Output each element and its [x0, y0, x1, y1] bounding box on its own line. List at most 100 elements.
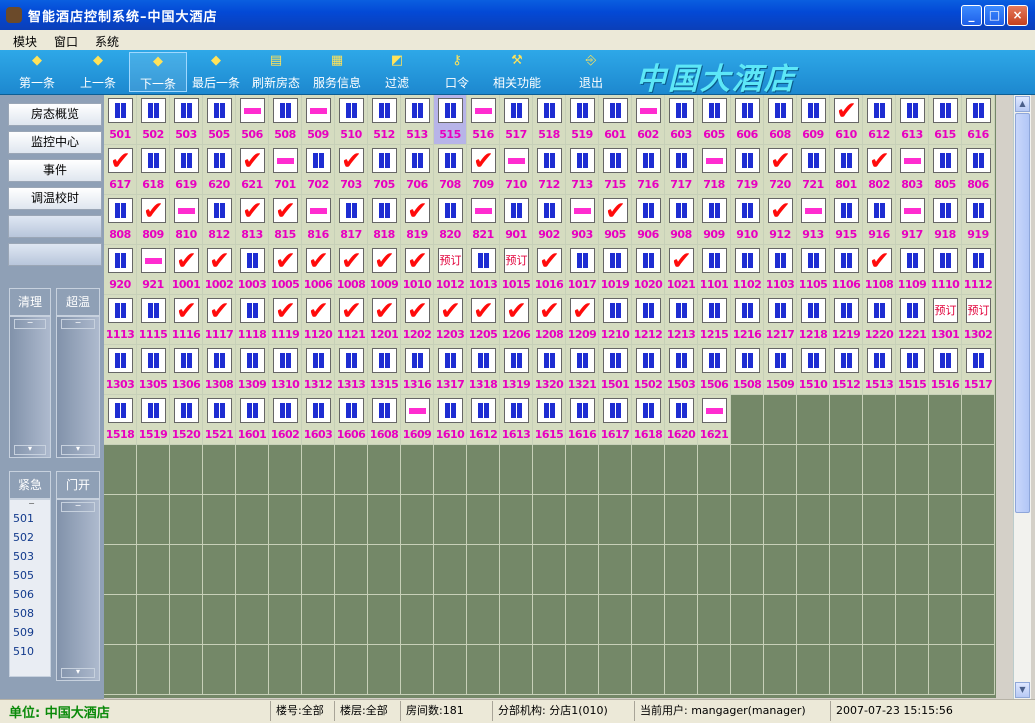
room-cell-803[interactable]: 803 — [896, 145, 929, 195]
room-cell-701[interactable]: 701 — [269, 145, 302, 195]
room-cell-1315[interactable]: 1315 — [368, 345, 401, 395]
room-cell-1015[interactable]: 预订 1015 — [500, 245, 533, 295]
room-cell-1308[interactable]: 1308 — [203, 345, 236, 395]
room-cell-906[interactable]: 906 — [632, 195, 665, 245]
room-cell-1020[interactable]: 1020 — [632, 245, 665, 295]
room-cell-512[interactable]: 512 — [368, 95, 401, 145]
emergency-list[interactable]: −501 502 503 505 506 508 509 510 — [9, 499, 51, 677]
room-cell-1121[interactable]: ✔ 1121 — [335, 295, 368, 345]
menu-window[interactable]: 窗口 — [54, 33, 78, 50]
room-cell-1617[interactable]: 1617 — [599, 395, 632, 445]
room-cell-1201[interactable]: ✔ 1201 — [368, 295, 401, 345]
room-cell-1017[interactable]: 1017 — [566, 245, 599, 295]
room-cell-1319[interactable]: 1319 — [500, 345, 533, 395]
room-cell-1209[interactable]: ✔ 1209 — [566, 295, 599, 345]
room-cell-602[interactable]: 602 — [632, 95, 665, 145]
room-cell-706[interactable]: 706 — [401, 145, 434, 195]
room-cell-721[interactable]: 721 — [797, 145, 830, 195]
room-cell-1303[interactable]: 1303 — [104, 345, 137, 395]
toolbar-button-5[interactable]: ▦ 服务信息 — [308, 52, 366, 92]
room-cell-1616[interactable]: 1616 — [566, 395, 599, 445]
minimize-button[interactable]: _ — [961, 5, 982, 26]
alarm-room-item[interactable]: 509 — [10, 623, 50, 642]
scroll-down-icon[interactable]: ▼ — [1015, 682, 1030, 698]
room-cell-1318[interactable]: 1318 — [467, 345, 500, 395]
room-cell-1219[interactable]: 1219 — [830, 295, 863, 345]
menu-system[interactable]: 系统 — [95, 33, 119, 50]
room-cell-513[interactable]: 513 — [401, 95, 434, 145]
room-cell-1317[interactable]: 1317 — [434, 345, 467, 395]
room-cell-720[interactable]: ✔ 720 — [764, 145, 797, 195]
room-cell-619[interactable]: 619 — [170, 145, 203, 195]
nav-button-0[interactable]: 房态概览 — [8, 103, 102, 126]
room-cell-1518[interactable]: 1518 — [104, 395, 137, 445]
scroll-up-icon[interactable]: − — [61, 502, 95, 512]
room-cell-1208[interactable]: ✔ 1208 — [533, 295, 566, 345]
room-cell-716[interactable]: 716 — [632, 145, 665, 195]
room-cell-808[interactable]: 808 — [104, 195, 137, 245]
room-cell-613[interactable]: 613 — [896, 95, 929, 145]
room-cell-502[interactable]: 502 — [137, 95, 170, 145]
room-cell-1009[interactable]: ✔ 1009 — [368, 245, 401, 295]
room-cell-1206[interactable]: ✔ 1206 — [500, 295, 533, 345]
room-cell-1103[interactable]: 1103 — [764, 245, 797, 295]
room-cell-609[interactable]: 609 — [797, 95, 830, 145]
room-cell-1101[interactable]: 1101 — [698, 245, 731, 295]
room-cell-1112[interactable]: 1112 — [962, 245, 995, 295]
nav-button-4[interactable] — [8, 215, 102, 238]
scroll-up-icon[interactable]: − — [10, 500, 50, 509]
room-cell-1013[interactable]: 1013 — [467, 245, 500, 295]
room-cell-1205[interactable]: ✔ 1205 — [467, 295, 500, 345]
room-cell-1612[interactable]: 1612 — [467, 395, 500, 445]
room-cell-1008[interactable]: ✔ 1008 — [335, 245, 368, 295]
room-cell-519[interactable]: 519 — [566, 95, 599, 145]
close-button[interactable]: × — [1007, 5, 1028, 26]
room-cell-715[interactable]: 715 — [599, 145, 632, 195]
room-cell-1313[interactable]: 1313 — [335, 345, 368, 395]
room-cell-717[interactable]: 717 — [665, 145, 698, 195]
room-cell-820[interactable]: 820 — [434, 195, 467, 245]
toolbar-button-9[interactable]: ⎆ 退出 — [562, 52, 620, 92]
room-cell-1320[interactable]: 1320 — [533, 345, 566, 395]
room-cell-802[interactable]: ✔ 802 — [863, 145, 896, 195]
room-cell-705[interactable]: 705 — [368, 145, 401, 195]
scroll-down-icon[interactable]: ▾ — [61, 668, 95, 678]
room-cell-612[interactable]: 612 — [863, 95, 896, 145]
room-cell-1019[interactable]: 1019 — [599, 245, 632, 295]
room-cell-1215[interactable]: 1215 — [698, 295, 731, 345]
room-cell-506[interactable]: 506 — [236, 95, 269, 145]
room-cell-1506[interactable]: 1506 — [698, 345, 731, 395]
room-cell-718[interactable]: 718 — [698, 145, 731, 195]
room-cell-703[interactable]: ✔ 703 — [335, 145, 368, 195]
room-cell-1603[interactable]: 1603 — [302, 395, 335, 445]
room-cell-1003[interactable]: 1003 — [236, 245, 269, 295]
door-open-list[interactable]: − ▾ — [56, 499, 100, 681]
scroll-up-icon[interactable]: − — [14, 319, 46, 329]
room-cell-1512[interactable]: 1512 — [830, 345, 863, 395]
alarm-room-item[interactable]: 502 — [10, 528, 50, 547]
room-cell-1108[interactable]: ✔ 1108 — [863, 245, 896, 295]
menu-module[interactable]: 模块 — [13, 33, 37, 50]
room-cell-1210[interactable]: 1210 — [599, 295, 632, 345]
room-cell-1321[interactable]: 1321 — [566, 345, 599, 395]
room-cell-1309[interactable]: 1309 — [236, 345, 269, 395]
room-cell-719[interactable]: 719 — [731, 145, 764, 195]
alarm-room-item[interactable]: 503 — [10, 547, 50, 566]
room-cell-1316[interactable]: 1316 — [401, 345, 434, 395]
room-cell-816[interactable]: 816 — [302, 195, 335, 245]
room-cell-1221[interactable]: 1221 — [896, 295, 929, 345]
room-cell-1010[interactable]: ✔ 1010 — [401, 245, 434, 295]
clean-list[interactable]: − ▾ — [9, 316, 51, 458]
room-cell-909[interactable]: 909 — [698, 195, 731, 245]
scroll-down-icon[interactable]: ▾ — [61, 445, 95, 455]
room-cell-1117[interactable]: ✔ 1117 — [203, 295, 236, 345]
room-cell-801[interactable]: 801 — [830, 145, 863, 195]
alarm-room-item[interactable]: 505 — [10, 566, 50, 585]
room-cell-1306[interactable]: 1306 — [170, 345, 203, 395]
room-cell-1217[interactable]: 1217 — [764, 295, 797, 345]
alarm-room-item[interactable]: 508 — [10, 604, 50, 623]
room-cell-1513[interactable]: 1513 — [863, 345, 896, 395]
room-cell-518[interactable]: 518 — [533, 95, 566, 145]
room-cell-915[interactable]: 915 — [830, 195, 863, 245]
vertical-scrollbar[interactable]: ▲ ▼ — [1013, 95, 1031, 699]
